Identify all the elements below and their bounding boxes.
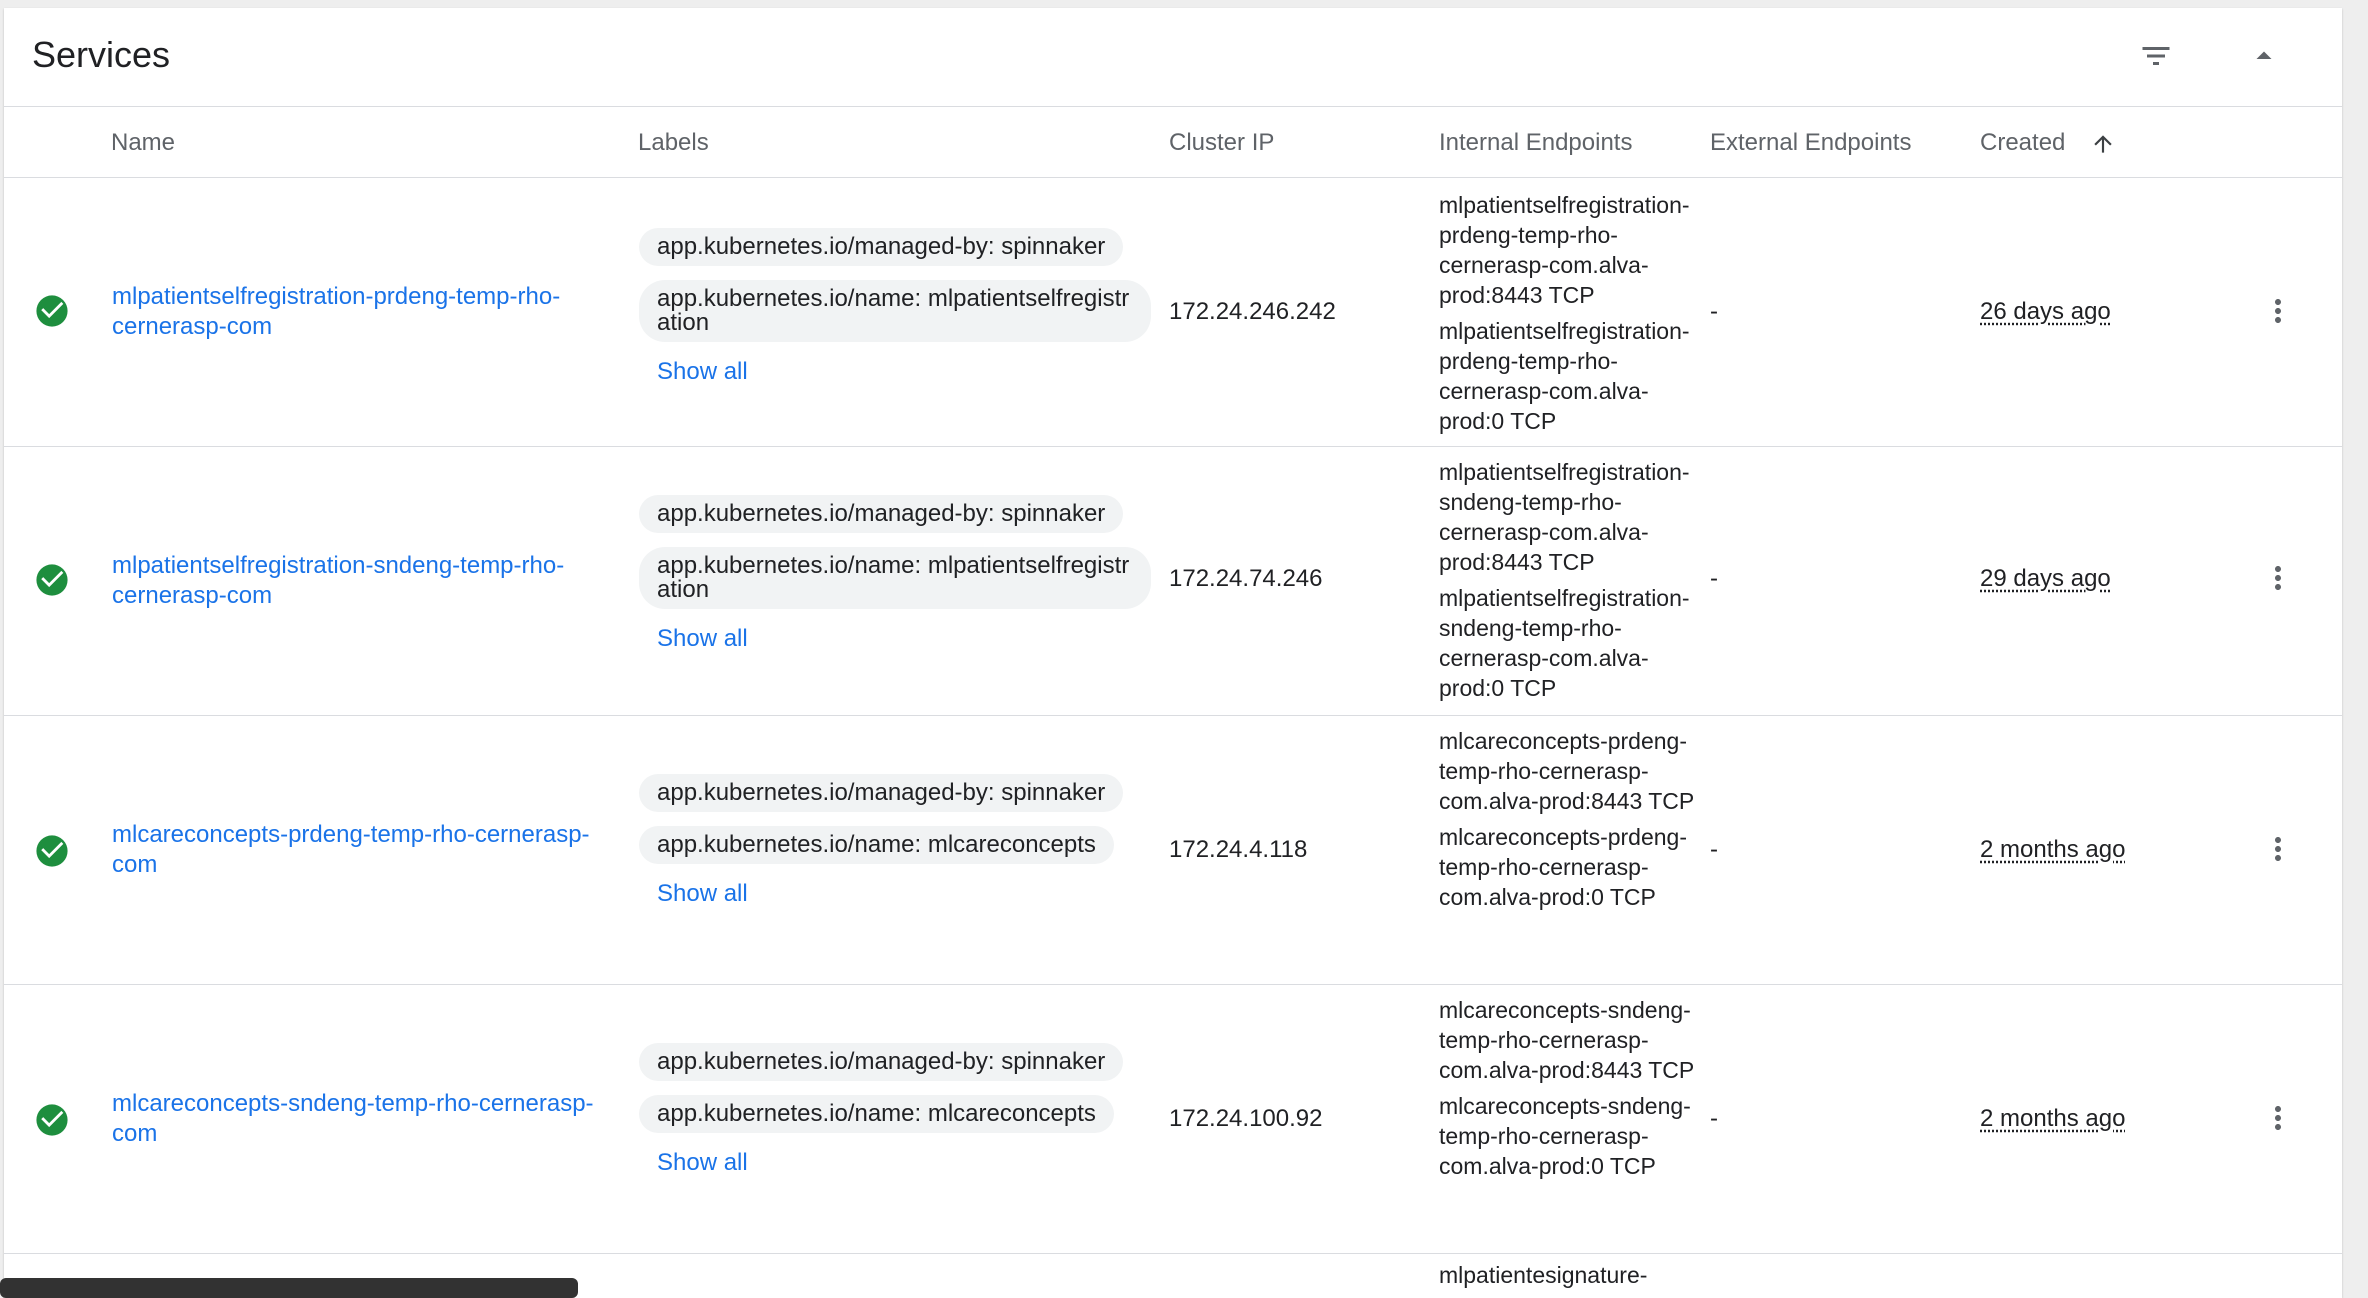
services-card: Services Name Labels Cluster IP Internal… [4, 8, 2342, 1298]
more-vert-icon [2275, 299, 2281, 323]
column-header-labels: Labels [638, 129, 709, 156]
show-all-link[interactable]: Show all [657, 1149, 1159, 1177]
internal-endpoint: mlpatientselfregistration-prdeng-temp-rh… [1439, 192, 1690, 308]
created-time: 29 days ago [1980, 565, 2111, 592]
check-circle-icon [36, 835, 68, 867]
label-chip: app.kubernetes.io/name: mlcareconcepts [639, 826, 1114, 864]
external-endpoints: - [1710, 565, 1718, 592]
created-time: 26 days ago [1980, 298, 2111, 325]
show-all-link[interactable]: Show all [657, 880, 1159, 908]
service-name-link[interactable]: mlcareconcepts-prdeng-temp-rho-cernerasp… [112, 820, 622, 880]
external-endpoints: - [1710, 836, 1718, 863]
labels-cell: app.kubernetes.io/managed-by: spinnaker … [639, 495, 1159, 653]
show-all-link[interactable]: Show all [657, 625, 1159, 653]
label-chip: app.kubernetes.io/managed-by: spinnaker [639, 1043, 1124, 1081]
more-vert-icon [2275, 837, 2281, 861]
filter-button[interactable] [2128, 28, 2184, 84]
label-chip: app.kubernetes.io/name: mlcareconcepts [639, 1095, 1114, 1133]
label-chip: app.kubernetes.io/name: mlpatientselfreg… [639, 280, 1151, 342]
internal-endpoint: mlcareconcepts-prdeng-temp-rho-cernerasp… [1439, 728, 1695, 814]
cluster-ip: 172.24.74.246 [1169, 565, 1323, 592]
check-circle-icon [36, 1104, 68, 1136]
label-chip: app.kubernetes.io/managed-by: spinnaker [639, 774, 1124, 812]
external-endpoints: - [1710, 298, 1718, 325]
label-chip: app.kubernetes.io/managed-by: spinnaker [639, 228, 1124, 266]
labels-cell: app.kubernetes.io/managed-by: spinnaker … [639, 774, 1159, 908]
internal-endpoint: mlpatientesignature- [1439, 1262, 1648, 1288]
labels-cell: app.kubernetes.io/managed-by: spinnaker … [639, 1043, 1159, 1177]
label-chip: app.kubernetes.io/name: mlpatientselfreg… [639, 547, 1151, 609]
card-header: Services [4, 8, 2342, 107]
table-row: mlpatientselfregistration-prdeng-temp-rh… [4, 178, 2342, 447]
column-header-created[interactable]: Created [1980, 129, 2116, 157]
service-name-link[interactable]: mlpatientselfregistration-sndeng-temp-rh… [112, 551, 622, 611]
cluster-ip: 172.24.246.242 [1169, 298, 1336, 325]
more-vert-icon [2275, 1106, 2281, 1130]
check-circle-icon [36, 295, 68, 327]
card-title: Services [32, 34, 171, 75]
filter-list-icon [2142, 47, 2170, 65]
show-all-link[interactable]: Show all [657, 358, 1159, 386]
table-row: mlpatientselfregistration-sndeng-temp-rh… [4, 447, 2342, 716]
internal-endpoints-cell: mlpatientselfregistration-prdeng-temp-rh… [1439, 190, 1705, 442]
label-chip: app.kubernetes.io/managed-by: spinnaker [639, 495, 1124, 533]
service-name-link[interactable]: mlpatientselfregistration-prdeng-temp-rh… [112, 282, 622, 342]
internal-endpoint: mlcareconcepts-sndeng-temp-rho-cernerasp… [1439, 997, 1695, 1083]
service-name-link[interactable]: mlcareconcepts-sndeng-temp-rho-cernerasp… [112, 1089, 622, 1149]
row-actions-button[interactable] [2258, 291, 2298, 331]
internal-endpoint: mlcareconcepts-prdeng-temp-rho-cernerasp… [1439, 824, 1688, 910]
internal-endpoints-cell: mlcareconcepts-sndeng-temp-rho-cernerasp… [1439, 995, 1705, 1187]
snackbar [0, 1278, 578, 1298]
column-header-cluster-ip[interactable]: Cluster IP [1169, 129, 1274, 157]
more-vert-icon [2275, 566, 2281, 590]
internal-endpoints-cell: mlpatientselfregistration-sndeng-temp-rh… [1439, 457, 1705, 709]
collapse-button[interactable] [2236, 28, 2292, 84]
internal-endpoints-cell: mlcareconcepts-prdeng-temp-rho-cernerasp… [1439, 726, 1705, 918]
arrow-drop-up-icon [2256, 51, 2272, 59]
internal-endpoint: mlpatientselfregistration-prdeng-temp-rh… [1439, 318, 1690, 434]
created-time: 2 months ago [1980, 1105, 2126, 1132]
table-row: mlcareconcepts-sndeng-temp-rho-cernerasp… [4, 985, 2342, 1254]
column-header-name[interactable]: Name [111, 129, 175, 157]
arrow-upward-icon [2094, 134, 2112, 153]
internal-endpoint: mlpatientselfregistration-sndeng-temp-rh… [1439, 585, 1690, 701]
row-actions-button[interactable] [2258, 558, 2298, 598]
row-actions-button[interactable] [2258, 1098, 2298, 1138]
table-header: Name Labels Cluster IP Internal Endpoint… [4, 107, 2342, 178]
cluster-ip: 172.24.100.92 [1169, 1105, 1323, 1132]
cluster-ip: 172.24.4.118 [1169, 836, 1308, 863]
external-endpoints: - [1710, 1105, 1718, 1132]
row-actions-button[interactable] [2258, 829, 2298, 869]
table-row: mlcareconcepts-prdeng-temp-rho-cernerasp… [4, 716, 2342, 985]
created-time: 2 months ago [1980, 836, 2126, 863]
column-header-internal-endpoints: Internal Endpoints [1439, 129, 1633, 156]
column-header-external-endpoints: External Endpoints [1710, 129, 1912, 156]
check-circle-icon [36, 564, 68, 596]
column-header-created-label: Created [1980, 129, 2066, 156]
internal-endpoint: mlpatientselfregistration-sndeng-temp-rh… [1439, 459, 1690, 575]
internal-endpoint: mlcareconcepts-sndeng-temp-rho-cernerasp… [1439, 1093, 1691, 1179]
labels-cell: app.kubernetes.io/managed-by: spinnaker … [639, 228, 1159, 386]
